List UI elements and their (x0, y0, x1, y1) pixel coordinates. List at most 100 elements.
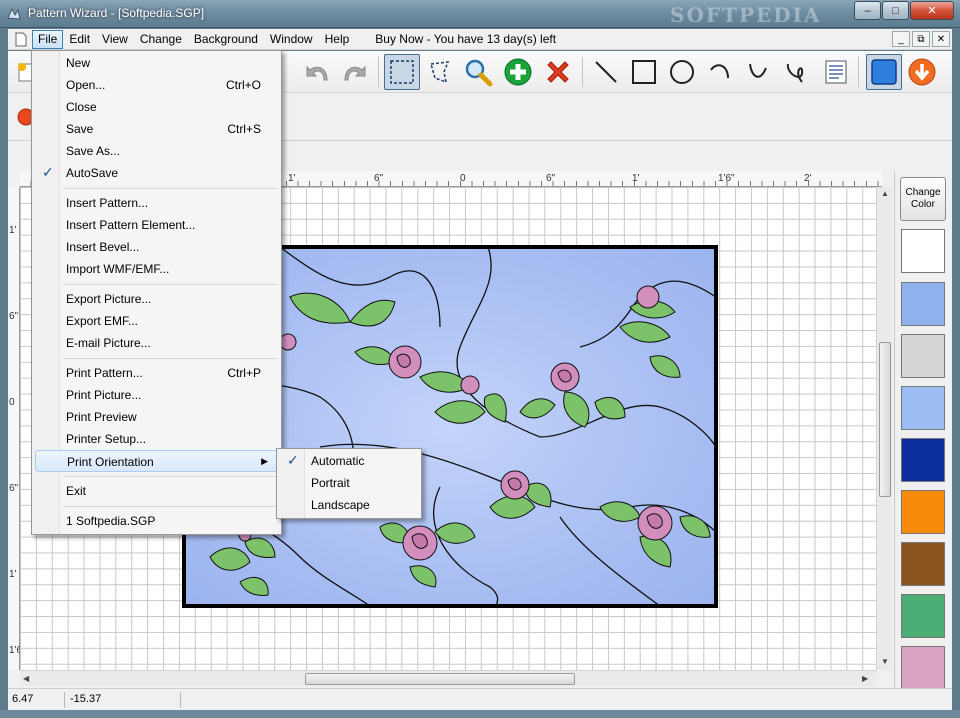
close-button[interactable]: ✕ (910, 1, 954, 20)
line-tool-icon[interactable] (588, 54, 624, 90)
ruler-label: 0 (460, 173, 466, 184)
ruler-label: 6" (546, 173, 556, 184)
fill-view-icon[interactable] (866, 54, 902, 90)
minimize-button[interactable]: – (854, 1, 881, 20)
submenu-item-portrait[interactable]: Portrait (280, 472, 419, 494)
color-swatch[interactable] (901, 594, 945, 638)
menu-window[interactable]: Window (264, 30, 319, 49)
menu-item-print-pattern[interactable]: Print Pattern... Ctrl+P (35, 362, 279, 384)
redo-icon[interactable] (336, 54, 372, 90)
rectangle-tool-icon[interactable] (626, 54, 662, 90)
add-icon[interactable] (500, 54, 536, 90)
menu-item-save-as[interactable]: Save As... (35, 140, 279, 162)
scroll-right-arrow-icon[interactable]: ▶ (862, 674, 868, 683)
submenu-item-automatic[interactable]: ✓ Automatic (280, 450, 419, 472)
menu-item-exit[interactable]: Exit (35, 480, 279, 502)
color-swatch[interactable] (901, 386, 945, 430)
mdi-restore-button[interactable]: ⧉ (912, 31, 930, 47)
status-y-coordinate: -15.37 (70, 693, 102, 705)
menu-item-insert-pattern[interactable]: Insert Pattern... (35, 192, 279, 214)
menu-item-save[interactable]: Save Ctrl+S (35, 118, 279, 140)
menu-item-print-picture[interactable]: Print Picture... (35, 384, 279, 406)
status-x-coordinate: 6.47 (12, 693, 34, 705)
color-swatch[interactable] (901, 646, 945, 690)
ruler-label: 2' (804, 173, 812, 184)
lasso-select-icon[interactable] (422, 54, 458, 90)
vertical-ruler: 1' 6" 0 6" 1' 1'6" (8, 187, 26, 670)
menu-item-new[interactable]: New (35, 52, 279, 74)
mdi-minimize-button[interactable]: _ (892, 31, 910, 47)
menu-item-print-orientation[interactable]: Print Orientation ▶ (35, 450, 279, 472)
menu-item-insert-bevel[interactable]: Insert Bevel... (35, 236, 279, 258)
print-orientation-submenu: ✓ Automatic Portrait Landscape (276, 448, 422, 519)
menu-file[interactable]: File (32, 30, 64, 49)
title-bar: Pattern Wizard - [Softpedia.SGP] SOFTPED… (0, 0, 960, 28)
scroll-up-arrow-icon[interactable]: ▲ (881, 189, 889, 198)
scroll-down-arrow-icon[interactable]: ▼ (881, 657, 889, 666)
mdi-close-button[interactable]: ✕ (932, 31, 950, 47)
menu-item-import-wmf[interactable]: Import WMF/EMF... (35, 258, 279, 280)
menu-item-email-picture[interactable]: E-mail Picture... (35, 332, 279, 354)
watermark: SOFTPEDIA (670, 3, 822, 27)
menu-edit[interactable]: Edit (63, 30, 96, 49)
ruler-label: 0 (9, 397, 15, 408)
horizontal-scroll-thumb[interactable] (305, 673, 575, 685)
vertical-scrollbar[interactable]: ▲ ▼ (876, 187, 892, 670)
ruler-label: 1'6" (718, 173, 735, 184)
app-icon (7, 8, 21, 20)
color-swatch[interactable] (901, 334, 945, 378)
status-bar: 6.47 -15.37 (8, 688, 952, 710)
submenu-item-landscape[interactable]: Landscape (280, 494, 419, 516)
color-swatch[interactable] (901, 282, 945, 326)
delete-icon[interactable] (540, 54, 576, 90)
menu-item-close[interactable]: Close (35, 96, 279, 118)
menu-item-print-preview[interactable]: Print Preview (35, 406, 279, 428)
menu-item-recent-file[interactable]: 1 Softpedia.SGP (35, 510, 279, 532)
menu-change[interactable]: Change (134, 30, 188, 49)
download-arrow-icon[interactable] (904, 54, 940, 90)
menu-item-open[interactable]: Open... Ctrl+O (35, 74, 279, 96)
rectangle-select-icon[interactable] (384, 54, 420, 90)
vertical-scroll-thumb[interactable] (879, 342, 891, 497)
checkmark-icon: ✓ (42, 164, 54, 180)
menu-item-insert-pattern-element[interactable]: Insert Pattern Element... (35, 214, 279, 236)
window-frame-bottom (0, 710, 960, 718)
color-swatch[interactable] (901, 542, 945, 586)
ruler-label: 6" (9, 483, 19, 494)
menu-item-export-emf[interactable]: Export EMF... (35, 310, 279, 332)
freehand-tool-icon[interactable] (778, 54, 814, 90)
submenu-arrow-icon: ▶ (261, 456, 268, 466)
color-swatch[interactable] (901, 490, 945, 534)
menu-item-autosave[interactable]: ✓ AutoSave (35, 162, 279, 184)
menu-background[interactable]: Background (188, 30, 264, 49)
ruler-label: 1' (9, 225, 17, 236)
color-palette: Change Color (894, 171, 952, 690)
ruler-label: 6" (374, 173, 384, 184)
menu-view[interactable]: View (96, 30, 134, 49)
color-swatch[interactable] (901, 438, 945, 482)
ruler-label: 1' (288, 173, 296, 184)
document-icon[interactable] (14, 32, 28, 47)
menu-bar: File Edit View Change Background Window … (8, 29, 952, 50)
scroll-left-arrow-icon[interactable]: ◀ (23, 674, 29, 683)
ellipse-tool-icon[interactable] (664, 54, 700, 90)
horizontal-scrollbar[interactable]: ◀ ▶ (20, 670, 876, 686)
maximize-button[interactable]: □ (882, 1, 909, 20)
menu-item-printer-setup[interactable]: Printer Setup... (35, 428, 279, 450)
menu-help[interactable]: Help (319, 30, 356, 49)
properties-icon[interactable] (818, 54, 854, 90)
checkmark-icon: ✓ (287, 452, 299, 468)
ruler-label: 1' (632, 173, 640, 184)
menu-buy-now[interactable]: Buy Now - You have 13 day(s) left (369, 30, 562, 49)
zoom-icon[interactable] (460, 54, 496, 90)
undo-icon[interactable] (300, 54, 336, 90)
menu-item-export-picture[interactable]: Export Picture... (35, 288, 279, 310)
ruler-label: 1' (9, 569, 17, 580)
curve-tool-icon[interactable] (740, 54, 776, 90)
color-swatch[interactable] (901, 229, 945, 273)
arc-tool-icon[interactable] (702, 54, 738, 90)
file-menu-dropdown: New Open... Ctrl+O Close Save Ctrl+S Save … (31, 50, 282, 535)
change-color-button[interactable]: Change Color (900, 177, 946, 221)
window-title: Pattern Wizard - [Softpedia.SGP] (28, 6, 205, 20)
ruler-label: 6" (9, 311, 19, 322)
